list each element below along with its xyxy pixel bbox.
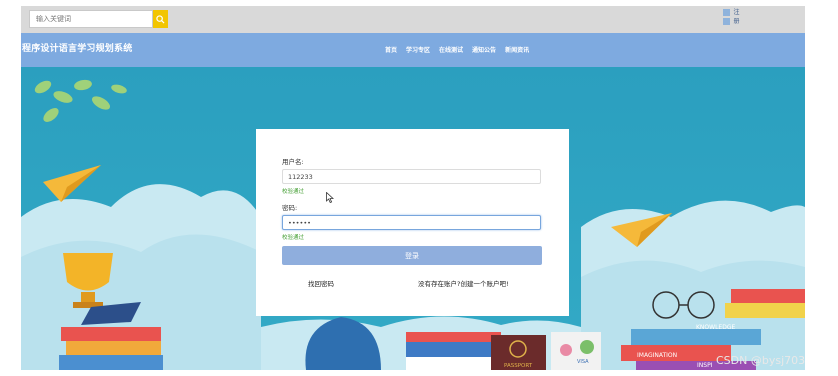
watermark-text: CSDN @bysj703 [716,354,806,367]
username-input[interactable] [282,169,541,184]
inspire-label: INSPI [697,362,713,369]
username-label: 用户名: [282,158,304,166]
register-text-1[interactable]: 注 [733,9,740,16]
site-title: 程序设计语言学习规划系统 [22,44,133,54]
password-input[interactable] [282,215,541,230]
top-bar: 注 册 [21,6,805,33]
mouse-cursor-icon [326,192,334,203]
forgot-password-link[interactable]: 找回密码 [308,278,334,288]
login-card: 用户名: 校验通过 密码: 校验通过 登录 找回密码 没有存在账户?创建一个账户… [256,129,569,316]
page-frame: 注 册 程序设计语言学习规划系统 首页 学习专区 在线测试 通知公告 新闻资讯 [21,6,805,370]
visa-label: VISA [577,359,589,365]
nav-notice[interactable]: 通知公告 [472,45,496,54]
password-hint: 校验通过 [282,235,305,241]
imagination-label: IMAGINATION [637,352,677,359]
login-button[interactable]: 登录 [282,246,542,265]
register-link[interactable]: 没有存在账户?创建一个账户吧! [418,278,509,288]
knowledge-label: KNOWLEDGE [696,324,735,331]
passport-label: PASSPORT [504,363,533,369]
password-label: 密码: [282,204,298,212]
account-links[interactable]: 注 册 [723,9,740,25]
search-input[interactable] [29,10,153,28]
register-text-2[interactable]: 册 [733,18,740,25]
username-hint: 校验通过 [282,189,305,195]
lock-icon [723,18,730,25]
nav-test[interactable]: 在线测试 [439,45,463,54]
main-nav: 首页 学习专区 在线测试 通知公告 新闻资讯 [385,45,529,54]
nav-news[interactable]: 新闻资讯 [505,45,529,54]
site-header: 程序设计语言学习规划系统 首页 学习专区 在线测试 通知公告 新闻资讯 [21,33,805,67]
nav-home[interactable]: 首页 [385,45,397,54]
user-icon [723,9,730,16]
leaves-decoration [34,79,127,122]
nav-study[interactable]: 学习专区 [406,45,430,54]
search-button[interactable] [153,10,168,28]
search-icon [156,14,165,24]
